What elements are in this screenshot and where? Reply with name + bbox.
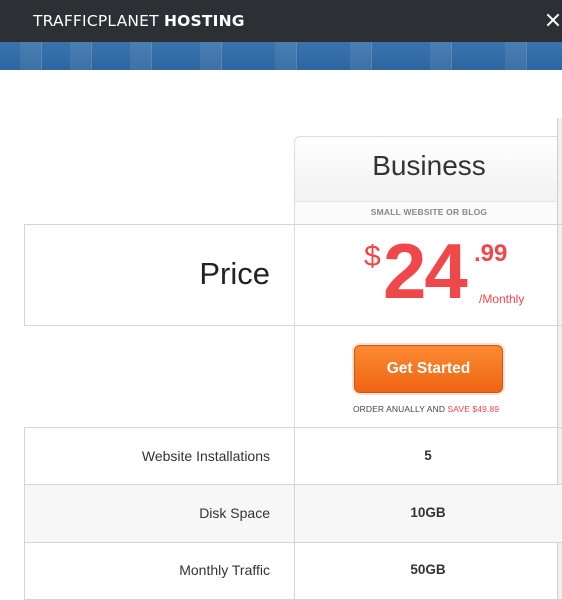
brand-logo[interactable]: TRAFFICPLANET HOSTING <box>33 12 245 30</box>
price-period: /Monthly <box>479 292 525 306</box>
close-icon[interactable] <box>546 13 560 27</box>
plan-subtitle: SMALL WEBSITE OR BLOG <box>370 207 488 217</box>
top-bar: TRAFFICPLANET HOSTING <box>0 0 562 42</box>
price-row-label: Price <box>199 256 270 291</box>
banner-decoration <box>70 42 92 70</box>
feature-label: Monthly Traffic <box>179 562 270 578</box>
banner-decoration <box>430 42 452 70</box>
save-note: SAVE $49.89 <box>447 404 500 414</box>
banner-decoration <box>350 42 372 70</box>
feature-value: 10GB <box>410 505 446 520</box>
banner-decoration <box>20 42 42 70</box>
price-amount: 24 <box>383 227 468 315</box>
order-note: ORDER ANUALLY AND SAVE $49.89 <box>294 404 558 414</box>
banner-decoration <box>275 42 297 70</box>
price-currency: $ <box>364 240 381 273</box>
feature-value: 50GB <box>410 562 446 577</box>
hero-banner-strip <box>0 42 562 70</box>
get-started-button[interactable]: Get Started <box>354 345 503 393</box>
banner-decoration <box>505 42 527 70</box>
price-cents: .99 <box>474 240 508 267</box>
plan-name: Business <box>372 150 486 181</box>
order-note-text: ORDER ANUALLY AND <box>352 404 448 414</box>
feature-value: 5 <box>424 448 432 463</box>
feature-label: Website Installations <box>141 448 270 464</box>
column-divider <box>294 427 295 600</box>
brand-name-light: TRAFFICPLANET <box>33 12 164 30</box>
brand-name-bold: HOSTING <box>163 12 245 30</box>
banner-decoration <box>130 42 152 70</box>
feature-label: Disk Space <box>199 505 270 521</box>
banner-decoration <box>200 42 222 70</box>
